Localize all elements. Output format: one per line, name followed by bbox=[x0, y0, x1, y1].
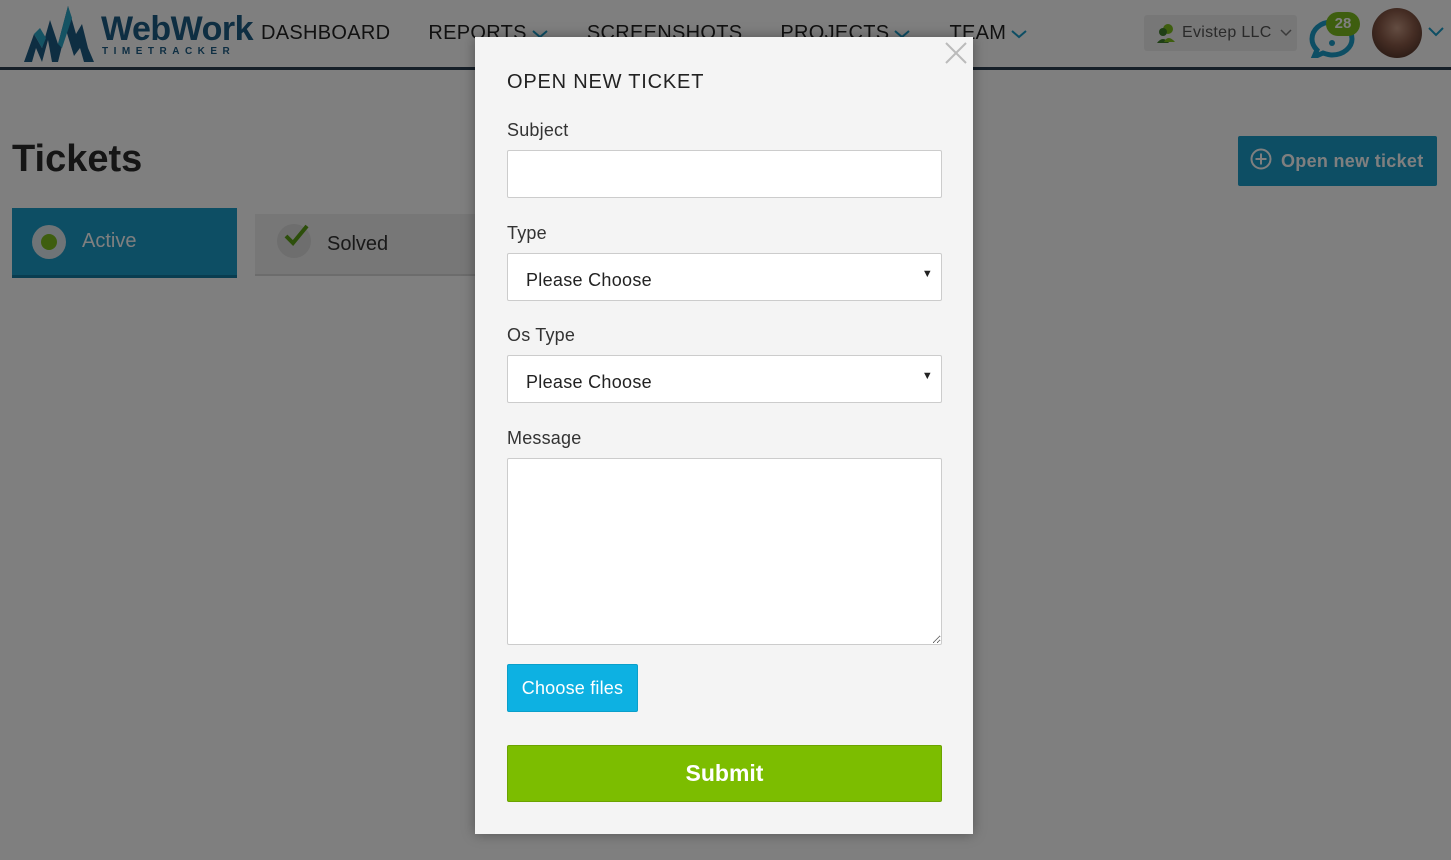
close-icon[interactable] bbox=[943, 40, 969, 66]
subject-label: Subject bbox=[507, 120, 569, 140]
type-label: Type bbox=[507, 223, 547, 243]
modal-title: OPEN NEW TICKET bbox=[507, 71, 705, 93]
dropdown-arrow-icon: ▼ bbox=[921, 370, 933, 382]
os-type-select-value: Please Choose bbox=[526, 371, 652, 392]
os-type-label: Os Type bbox=[507, 325, 576, 345]
submit-button[interactable]: Submit bbox=[507, 745, 942, 802]
os-type-select[interactable]: Please Choose ▼ bbox=[507, 355, 942, 403]
type-select-value: Please Choose bbox=[526, 269, 652, 290]
message-label: Message bbox=[507, 428, 582, 448]
choose-files-button[interactable]: Choose files bbox=[507, 664, 638, 712]
type-select[interactable]: Please Choose ▼ bbox=[507, 253, 942, 301]
subject-input[interactable] bbox=[507, 150, 942, 198]
dropdown-arrow-icon: ▼ bbox=[921, 268, 933, 280]
open-ticket-modal: OPEN NEW TICKET Subject Type Please Choo… bbox=[475, 37, 973, 834]
message-textarea[interactable] bbox=[507, 458, 942, 645]
